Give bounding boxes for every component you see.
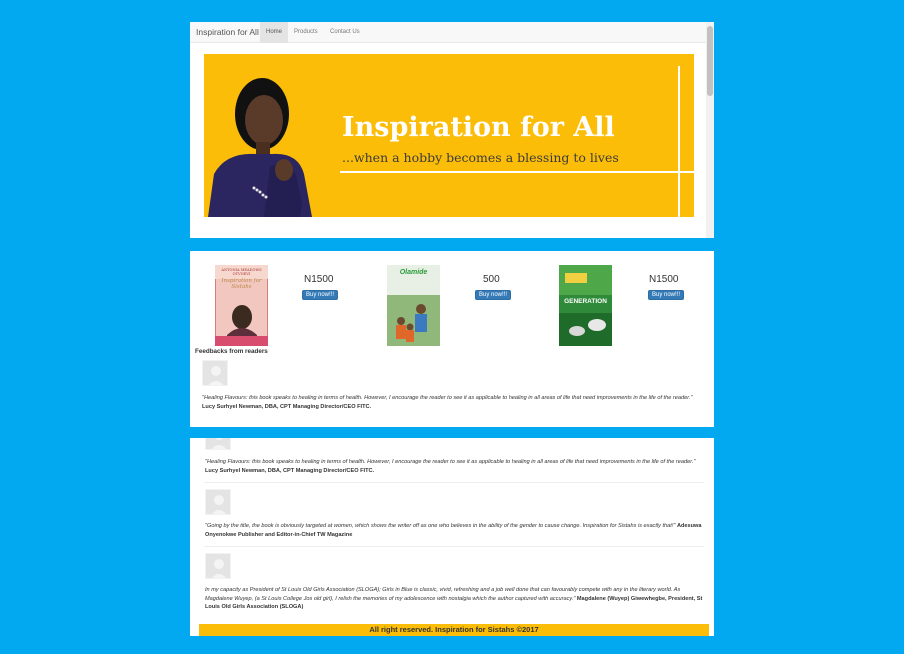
user-placeholder-icon: [206, 554, 230, 578]
nav-item-contact-us[interactable]: Contact Us: [324, 22, 366, 43]
product-price: 500: [483, 274, 500, 285]
header-panel: Inspiration for All Home Products Contac…: [190, 22, 714, 238]
feedback-heading: Feedbacks from readers: [195, 348, 268, 355]
feedback-quote: "Healing Flavours: this book speaks to h…: [205, 459, 696, 465]
page-scrollbar[interactable]: [706, 22, 714, 238]
buy-now-button[interactable]: Buy now!!!: [475, 290, 512, 300]
feedback-item: "Healing Flavours: this book speaks to h…: [205, 458, 709, 475]
book-cover-inspiration-for-sistahs[interactable]: ANTONIA MEADOWS OTVNEVI Inspiration for …: [215, 265, 268, 346]
feedback-divider: [204, 546, 704, 547]
hero-banner: Inspiration for All ...when a hobby beco…: [204, 54, 694, 217]
banner-frame-vertical: [678, 66, 680, 217]
banner-title: Inspiration for All: [342, 112, 615, 143]
reader-avatar: [205, 438, 231, 450]
cover-title-text: GENERATION: [564, 298, 607, 305]
user-placeholder-icon: [206, 490, 230, 514]
feedback-author: Lucy Surhyel Newman, DBA, CPT Managing D…: [202, 403, 372, 410]
feedback-quote: "Healing Flavours: this book speaks to h…: [202, 395, 693, 401]
products-panel: ANTONIA MEADOWS OTVNEVI Inspiration for …: [190, 251, 714, 427]
reader-avatar: [205, 553, 231, 579]
nav-item-products[interactable]: Products: [288, 22, 324, 43]
banner-subtitle: ...when a hobby becomes a blessing to li…: [342, 150, 619, 165]
user-placeholder-icon: [206, 438, 230, 449]
feedback-author: Lucy Surhyel Newman, DBA, CPT Managing D…: [205, 467, 375, 474]
feedback-item: "Going by the title, the book is obvious…: [205, 522, 709, 539]
feedback-panel: "Healing Flavours: this book speaks to h…: [190, 438, 714, 636]
reader-avatar: [202, 360, 228, 386]
buy-now-button[interactable]: Buy now!!!: [648, 290, 685, 300]
navbar-brand[interactable]: Inspiration for All: [196, 27, 259, 37]
book-cover-image: [387, 265, 440, 346]
product-price: N1500: [649, 274, 679, 285]
book-cover-generation[interactable]: GENERATION: [559, 265, 612, 346]
user-placeholder-icon: [203, 361, 227, 385]
product-price: N1500: [304, 274, 334, 285]
reader-avatar: [205, 489, 231, 515]
navbar: Inspiration for All Home Products Contac…: [190, 22, 706, 43]
feedback-quote: "Going by the title, the book is obvious…: [205, 523, 676, 529]
author-photo: [208, 78, 312, 217]
book-cover-olamide[interactable]: Olamide: [387, 265, 440, 346]
nav-item-home[interactable]: Home: [260, 22, 289, 43]
banner-frame-horizontal: [340, 171, 694, 173]
cover-title-text: Olamide: [399, 269, 428, 276]
cover-author-text: ANTONIA MEADOWS OTVNEVI: [221, 268, 262, 276]
feedback-item: "Healing Flavours: this book speaks to h…: [202, 394, 706, 411]
footer-bar: All right reserved. Inspiration for Sist…: [199, 624, 709, 636]
book-cover-image: [559, 265, 612, 346]
feedback-divider: [204, 482, 704, 483]
cover-title-text: Inspiration for Sistahs: [221, 278, 262, 290]
buy-now-button[interactable]: Buy now!!!: [302, 290, 339, 300]
scrollbar-thumb[interactable]: [707, 26, 713, 96]
feedback-item: In my capacity as President of St Louis …: [205, 586, 709, 612]
